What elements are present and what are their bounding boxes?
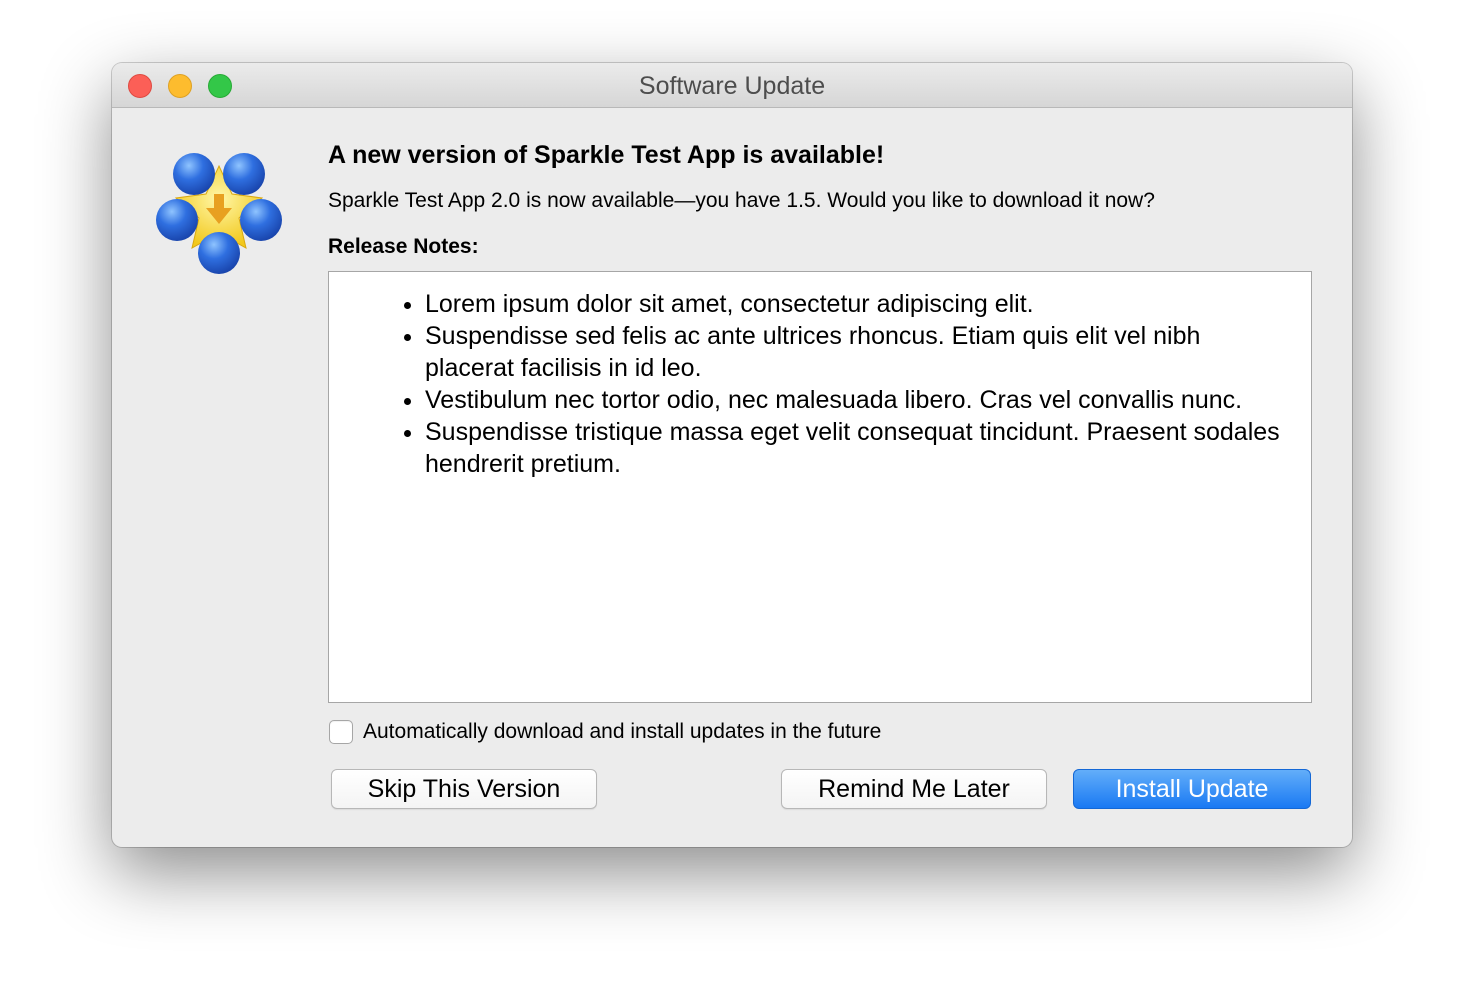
- sparkle-app-icon: [156, 153, 282, 274]
- skip-version-button[interactable]: Skip This Version: [331, 769, 597, 809]
- window-title: Software Update: [638, 72, 826, 100]
- remind-later-button[interactable]: Remind Me Later: [781, 769, 1047, 809]
- release-note-item: Lorem ipsum dolor sit amet, consectetur …: [425, 288, 1291, 320]
- release-note-item: Vestibulum nec tortor odio, nec malesuad…: [425, 384, 1291, 416]
- update-headline: A new version of Sparkle Test App is ava…: [328, 141, 885, 169]
- release-notes-list: Lorem ipsum dolor sit amet, consectetur …: [329, 272, 1311, 480]
- release-note-item: Suspendisse tristique massa eget velit c…: [425, 416, 1291, 480]
- release-note-item: Suspendisse sed felis ac ante ultrices r…: [425, 320, 1291, 384]
- auto-update-option[interactable]: Automatically download and install updat…: [329, 719, 881, 745]
- auto-update-checkbox[interactable]: [329, 720, 353, 744]
- software-update-window: Software Update A new version of Sparkle…: [112, 63, 1352, 847]
- release-notes-label: Release Notes:: [328, 235, 479, 258]
- title-bar[interactable]: Software Update: [112, 63, 1352, 108]
- update-detail: Sparkle Test App 2.0 is now available—yo…: [328, 189, 1155, 212]
- auto-update-label[interactable]: Automatically download and install updat…: [363, 720, 881, 744]
- install-update-button[interactable]: Install Update: [1073, 769, 1311, 809]
- release-notes-panel[interactable]: Lorem ipsum dolor sit amet, consectetur …: [328, 271, 1312, 703]
